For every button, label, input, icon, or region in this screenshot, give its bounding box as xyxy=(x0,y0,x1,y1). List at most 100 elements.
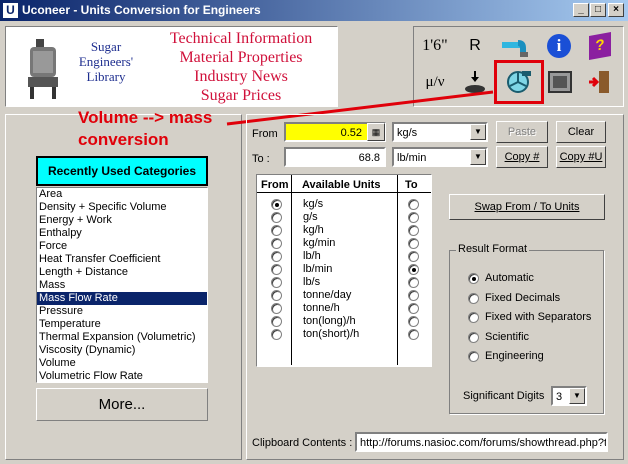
result-format-option-label: Engineering xyxy=(485,350,544,362)
from-unit-radio[interactable] xyxy=(271,277,282,288)
library-line: Library xyxy=(86,69,126,84)
info-icon[interactable]: i xyxy=(541,31,577,61)
chevron-down-icon[interactable]: ▼ xyxy=(569,388,585,404)
from-unit-radio[interactable] xyxy=(271,199,282,210)
chevron-down-icon[interactable]: ▼ xyxy=(470,124,486,140)
list-item[interactable]: Temperature xyxy=(37,318,207,331)
from-label: From xyxy=(252,128,278,140)
exit-icon[interactable] xyxy=(582,67,618,97)
list-item[interactable]: Volume xyxy=(37,357,207,370)
recent-categories-header: Recently Used Categories xyxy=(36,156,208,186)
sig-digits-value: 3 xyxy=(556,391,563,403)
link-technical-information[interactable]: Technical Information xyxy=(156,29,326,48)
window-title: Uconeer - Units Conversion for Engineers xyxy=(22,3,261,17)
annotation-line: Volume --> mass xyxy=(78,108,213,127)
from-unit-select[interactable]: kg/s ▼ xyxy=(392,122,488,142)
annotation-text: Volume --> mass conversion xyxy=(78,107,212,151)
result-format-option-label: Fixed Decimals xyxy=(485,291,561,304)
copy-number-button[interactable]: Copy # xyxy=(496,146,548,168)
maximize-button[interactable]: □ xyxy=(590,3,606,17)
result-format-radio[interactable] xyxy=(468,312,479,323)
library-line: Sugar xyxy=(90,39,122,54)
result-format-radio[interactable] xyxy=(468,292,479,304)
clipboard-label: Clipboard Contents : xyxy=(252,437,353,449)
list-item[interactable]: Thermal Expansion (Volumetric) xyxy=(37,331,207,344)
to-unit-radio[interactable] xyxy=(408,199,419,210)
from-unit-value: kg/s xyxy=(397,127,418,139)
to-unit-radio[interactable] xyxy=(408,264,419,275)
to-unit-radio[interactable] xyxy=(408,225,419,236)
list-item-selected[interactable]: Mass Flow Rate xyxy=(37,292,207,305)
list-item[interactable]: Mass xyxy=(37,279,207,292)
from-unit-radio[interactable] xyxy=(271,329,282,340)
clipboard-contents-field[interactable]: http://forums.nasioc.com/forums/showthre… xyxy=(355,432,608,452)
chevron-down-icon[interactable]: ▼ xyxy=(470,149,486,165)
highlight-box xyxy=(494,60,544,104)
list-item[interactable]: Area xyxy=(37,188,207,201)
to-unit-radio[interactable] xyxy=(408,290,419,301)
sig-digits-label: Significant Digits xyxy=(463,390,545,402)
library-title[interactable]: Sugar Engineers' Library xyxy=(66,39,146,84)
from-unit-radio[interactable] xyxy=(271,238,282,249)
from-unit-radio[interactable] xyxy=(271,212,282,223)
swap-units-label: Swap From / To Units xyxy=(474,201,580,213)
from-unit-radio[interactable] xyxy=(271,251,282,262)
list-item[interactable]: Volumetric Flow Rate xyxy=(37,370,207,383)
result-format-title: Result Format xyxy=(456,243,530,255)
list-item[interactable]: Length + Distance xyxy=(37,266,207,279)
title-bar[interactable]: U Uconeer - Units Conversion for Enginee… xyxy=(0,0,628,21)
category-list[interactable]: Area Density + Specific Volume Energy + … xyxy=(36,187,208,383)
annotation-line: conversion xyxy=(78,130,169,149)
from-unit-radio[interactable] xyxy=(271,225,282,236)
from-unit-radio[interactable] xyxy=(271,264,282,275)
to-unit-radio[interactable] xyxy=(408,277,419,288)
list-item[interactable]: Heat Transfer Coefficient xyxy=(37,253,207,266)
from-column-header: From xyxy=(261,179,289,191)
list-item[interactable]: Energy + Work xyxy=(37,214,207,227)
gas-constant-icon[interactable]: R xyxy=(457,31,493,61)
unit-name: ton(short)/h xyxy=(303,328,360,340)
to-unit-value: lb/min xyxy=(397,152,427,164)
to-unit-select[interactable]: lb/min ▼ xyxy=(392,147,488,167)
units-column-header: Available Units xyxy=(302,179,381,191)
paste-button[interactable]: Paste xyxy=(496,121,548,143)
result-format-option-label: Automatic xyxy=(485,272,534,284)
swap-units-button[interactable]: Swap From / To Units xyxy=(449,194,605,220)
to-unit-radio[interactable] xyxy=(408,329,419,340)
pipe-flow-icon[interactable] xyxy=(497,31,533,61)
result-format-radio[interactable] xyxy=(468,273,479,284)
result-format-radio[interactable] xyxy=(468,331,479,343)
boiler-image xyxy=(28,39,58,99)
to-label: To : xyxy=(252,153,270,165)
from-unit-radio[interactable] xyxy=(271,316,282,327)
more-button[interactable]: More... xyxy=(36,388,208,421)
feet-inches-icon[interactable]: 1'6" xyxy=(417,31,453,61)
to-unit-radio[interactable] xyxy=(408,212,419,223)
result-format-option-label: Scientific xyxy=(485,330,530,343)
list-item[interactable]: Viscosity (Dynamic) xyxy=(37,344,207,357)
list-item[interactable]: Enthalpy xyxy=(37,227,207,240)
copy-number-unit-button[interactable]: Copy #U xyxy=(556,146,606,168)
calculator-icon[interactable]: ▦ xyxy=(367,123,385,141)
result-format-radio[interactable] xyxy=(468,351,479,362)
units-table: From Available Units To kg/s g/s kg/h kg/mi… xyxy=(256,174,432,367)
to-unit-radio[interactable] xyxy=(408,238,419,249)
help-book-icon[interactable]: ? xyxy=(582,31,618,61)
list-item[interactable]: Force xyxy=(37,240,207,253)
to-unit-radio[interactable] xyxy=(408,251,419,262)
app-icon: U xyxy=(3,3,18,18)
clear-button[interactable]: Clear xyxy=(556,121,606,143)
list-item[interactable]: Pressure xyxy=(37,305,207,318)
sig-digits-select[interactable]: 3 ▼ xyxy=(551,386,587,406)
to-value-output[interactable]: 68.8 xyxy=(284,147,386,167)
result-format-option-label: Fixed with Separators xyxy=(485,311,592,323)
calculator-icon[interactable] xyxy=(542,67,578,97)
from-unit-radio[interactable] xyxy=(271,290,282,301)
from-unit-radio[interactable] xyxy=(271,303,282,314)
minimize-button[interactable]: _ xyxy=(573,3,589,17)
to-unit-radio[interactable] xyxy=(408,316,419,327)
library-line: Engineers' xyxy=(78,54,134,69)
list-item[interactable]: Density + Specific Volume xyxy=(37,201,207,214)
close-button[interactable]: × xyxy=(608,3,624,17)
to-unit-radio[interactable] xyxy=(408,303,419,314)
